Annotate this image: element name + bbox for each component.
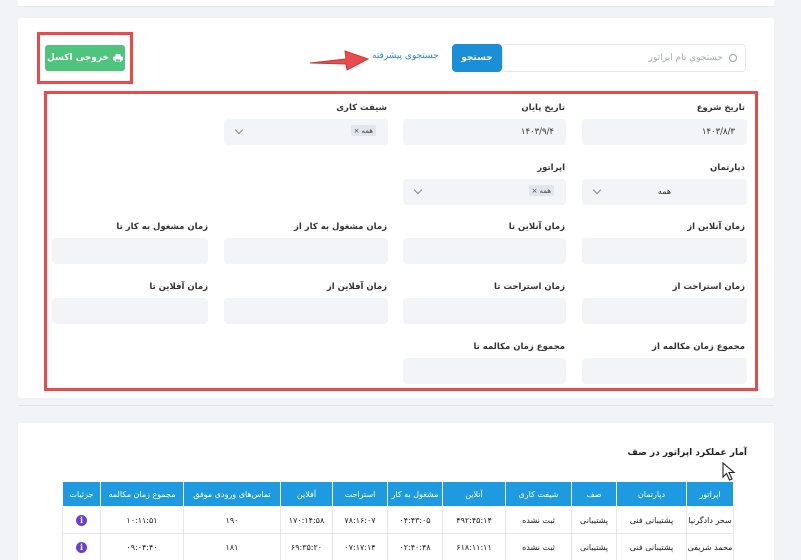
scrollbar-track[interactable] (793, 0, 801, 560)
operator-search-field[interactable] (502, 44, 746, 72)
search-icon (729, 54, 737, 62)
table-cell: ثبت نشده (505, 506, 572, 534)
column-header[interactable]: جزئیات (62, 481, 101, 507)
rest-from-label: زمان استراحت از (672, 282, 745, 292)
column-header[interactable]: مجموع زمان مکالمه (100, 481, 184, 507)
talk-from-input[interactable] (582, 358, 747, 384)
table-cell: پشتیبانی فنی (616, 533, 687, 560)
column-header[interactable]: دپارتمان (616, 481, 687, 507)
operator-stats-table: اپراتور دپارتمان صف شیفت کاری آنلاین مشغ… (62, 481, 734, 560)
chevron-down-icon (413, 185, 423, 195)
column-header[interactable]: شیفت کاری (505, 481, 572, 507)
column-header[interactable]: تماس‌های ورودی موفق (183, 481, 281, 507)
tag-remove-icon[interactable]: × (354, 127, 360, 135)
start-date-label: تاریخ شروع (696, 103, 745, 113)
talk-to-input[interactable] (403, 358, 566, 384)
department-label: دپارتمان (710, 163, 745, 173)
table-cell: ۱۸۱ (183, 533, 281, 560)
info-icon[interactable]: i (76, 514, 87, 526)
table-cell: ۶۹:۳۵:۲۰ (280, 533, 333, 560)
operator-search-input[interactable] (503, 45, 745, 71)
mouse-cursor-icon (722, 462, 736, 481)
table-cell: محمد شریفی (686, 533, 734, 560)
table-cell: ۷۸:۱۶:۰۷ (332, 506, 388, 534)
table-row: سحر دادگرنیا پشتیبانی فنی پشتیبانی ثبت ن… (62, 506, 734, 534)
department-value: همه (657, 187, 672, 196)
online-to-input[interactable] (403, 238, 566, 264)
section-divider (18, 405, 774, 406)
table-row: محمد شریفی پشتیبانی فنی پشتیبانی ثبت نشد… (62, 533, 734, 560)
column-header[interactable]: آنلاین (442, 481, 506, 507)
shift-label: شیفت کاری (336, 103, 387, 113)
shift-tag-label: همه (361, 126, 374, 135)
end-date-input[interactable]: ۱۴۰۳/۹/۴ (403, 119, 566, 145)
table-cell: ۰۴:۴۳:۰۵ (387, 506, 443, 534)
end-date-value: ۱۴۰۳/۹/۴ (520, 127, 554, 137)
online-from-input[interactable] (582, 238, 747, 264)
column-header[interactable]: آفلاین (280, 481, 333, 507)
busy-from-label: زمان مشغول به کار از (293, 222, 387, 232)
talk-from-label: مجموع زمان مکالمه از (652, 342, 745, 352)
excel-export-label: خروجی اکسل (47, 53, 109, 63)
red-arrow-icon (309, 50, 370, 71)
operator-label: اپراتور (537, 163, 565, 173)
printer-icon (112, 54, 123, 62)
offline-to-input[interactable] (52, 298, 208, 324)
offline-to-label: زمان آفلاین تا (149, 282, 208, 292)
table-cell: ۰۹:۰۴:۴۰ (100, 533, 184, 560)
column-header[interactable]: اپراتور (686, 481, 734, 507)
info-icon[interactable]: i (76, 541, 87, 553)
column-header[interactable]: استراحت (332, 481, 388, 507)
operator-tag[interactable]: همه × (528, 185, 554, 196)
excel-export-button[interactable]: خروجی اکسل (45, 45, 125, 71)
busy-from-input[interactable] (224, 238, 388, 264)
busy-to-label: زمان مشغول به کار تا (116, 222, 208, 232)
table-cell: ۱۹۰ (183, 506, 281, 534)
table-cell: ۱۷۰:۱۴:۵۸ (280, 506, 333, 534)
rest-from-input[interactable] (582, 298, 747, 324)
table-cell: ۶۱۸:۱۱:۱۱ (442, 533, 506, 560)
table-cell: ۰۲:۴۰:۴۸ (387, 533, 443, 560)
column-header[interactable]: صف (571, 481, 617, 507)
details-cell: i (62, 506, 101, 534)
top-bar (18, 0, 774, 7)
tag-remove-icon[interactable]: × (532, 187, 538, 195)
busy-to-input[interactable] (52, 238, 208, 264)
online-to-label: زمان آنلاین تا (508, 222, 565, 232)
offline-from-input[interactable] (224, 298, 388, 324)
column-header[interactable]: مشغول به کار (387, 481, 443, 507)
table-cell: سحر دادگرنیا (686, 506, 734, 534)
offline-from-label: زمان آفلاین از (326, 282, 387, 292)
chevron-down-icon (234, 125, 244, 135)
shift-select[interactable]: همه × (224, 119, 388, 145)
operator-select[interactable]: همه × (403, 179, 566, 205)
table-header-row: اپراتور دپارتمان صف شیفت کاری آنلاین مشغ… (62, 481, 734, 507)
start-date-value: ۱۴۰۳/۸/۳ (701, 127, 735, 137)
start-date-input[interactable]: ۱۴۰۳/۸/۳ (582, 119, 747, 145)
rest-to-label: زمان استراحت تا (494, 282, 565, 292)
table-cell: ۴۹۲:۴۵:۱۴ (442, 506, 506, 534)
operator-tag-label: همه (539, 186, 552, 195)
advanced-search-link[interactable]: جستجوی پیشرفته (372, 51, 439, 61)
department-select[interactable]: همه (582, 179, 747, 205)
talk-to-label: مجموع زمان مکالمه تا (473, 342, 565, 352)
table-cell: پشتیبانی (571, 506, 617, 534)
stats-title: آمار عملکرد اپراتور در صف (627, 448, 747, 458)
end-date-label: تاریخ پایان (521, 103, 565, 113)
table-cell: ثبت نشده (505, 533, 572, 560)
search-button[interactable]: جستجو (452, 44, 502, 72)
shift-tag[interactable]: همه × (350, 125, 376, 136)
rest-to-input[interactable] (403, 298, 566, 324)
online-from-label: زمان آنلاین از (687, 222, 745, 232)
table-cell: ۱۰:۱۱:۵۱ (100, 506, 184, 534)
table-cell: پشتیبانی فنی (616, 506, 687, 534)
table-cell: پشتیبانی (571, 533, 617, 560)
details-cell: i (62, 533, 101, 560)
table-cell: ۰۷:۱۷:۱۴ (332, 533, 388, 560)
